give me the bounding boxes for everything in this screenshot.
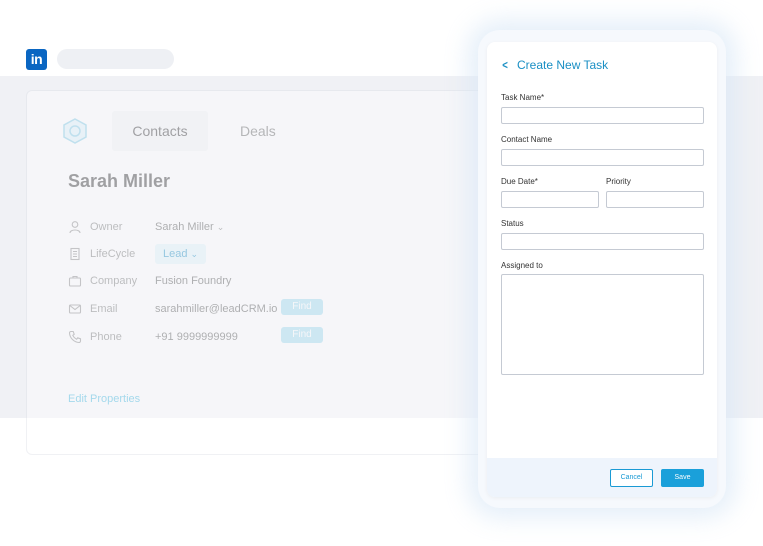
lifecycle-label: LifeCycle [90,248,136,260]
mail-icon [68,304,82,314]
contact-card: Contacts Deals Sarah Miller Owner Sarah … [26,90,508,455]
email-value: sarahmiller@leadCRM.io [155,303,278,315]
panel-title: Create New Task [517,58,609,72]
edit-properties-link[interactable]: Edit Properties [68,393,140,405]
owner-label: Owner [90,221,123,233]
task-name-label: Task Name* [501,93,545,102]
save-button[interactable]: Save [661,469,704,487]
crm-logo-icon [63,118,87,144]
owner-value: Sarah Miller [155,221,214,233]
contact-name-label: Contact Name [501,135,553,144]
property-email: Email sarahmiller@leadCRM.io Find [68,299,368,318]
property-phone: Phone +91 9999999999 Find [68,327,368,346]
status-label: Status [501,219,524,228]
find-phone-button[interactable]: Find [281,327,323,343]
linkedin-logo[interactable]: in [26,49,47,70]
address-bar[interactable] [57,49,174,69]
cancel-button[interactable]: Cancel [610,469,653,487]
chevron-down-icon: ⌄ [216,222,225,232]
company-label: Company [90,275,138,287]
property-lifecycle: LifeCycle Lead ⌄ [68,244,368,264]
tab-deals[interactable]: Deals [240,123,276,139]
priority-input[interactable] [606,191,704,208]
person-icon [69,221,81,234]
company-value: Fusion Foundry [155,275,232,287]
phone-icon [68,330,82,344]
property-owner: Owner Sarah Miller ⌄ [68,220,368,236]
back-chevron-icon[interactable]: < [502,57,512,73]
status-input[interactable] [501,233,704,250]
tab-contacts[interactable]: Contacts [112,111,208,151]
due-date-input[interactable] [501,191,599,208]
email-label: Email [90,303,118,315]
create-task-panel: < Create New Task Task Name* Contact Nam… [487,42,717,497]
priority-label: Priority [606,177,631,186]
assigned-to-textarea[interactable] [501,274,704,375]
due-date-label: Due Date* [501,177,538,186]
panel-footer: Cancel Save [487,458,717,497]
lifecycle-dropdown[interactable]: Lead ⌄ [155,244,207,264]
find-email-button[interactable]: Find [281,299,323,315]
assigned-to-label: Assigned to [501,261,543,270]
chevron-down-icon: ⌄ [190,249,199,259]
phone-value: +91 9999999999 [155,331,238,343]
lifecycle-value: Lead [163,248,188,260]
briefcase-icon [68,275,82,287]
panel-header: < Create New Task [501,57,608,73]
phone-label: Phone [90,331,122,343]
task-name-input[interactable] [501,107,704,124]
contact-name: Sarah Miller [68,171,171,191]
property-company: Company Fusion Foundry [68,274,368,290]
contact-name-input[interactable] [501,149,704,166]
building-icon [70,247,80,261]
owner-dropdown[interactable]: Sarah Miller ⌄ [155,221,224,233]
